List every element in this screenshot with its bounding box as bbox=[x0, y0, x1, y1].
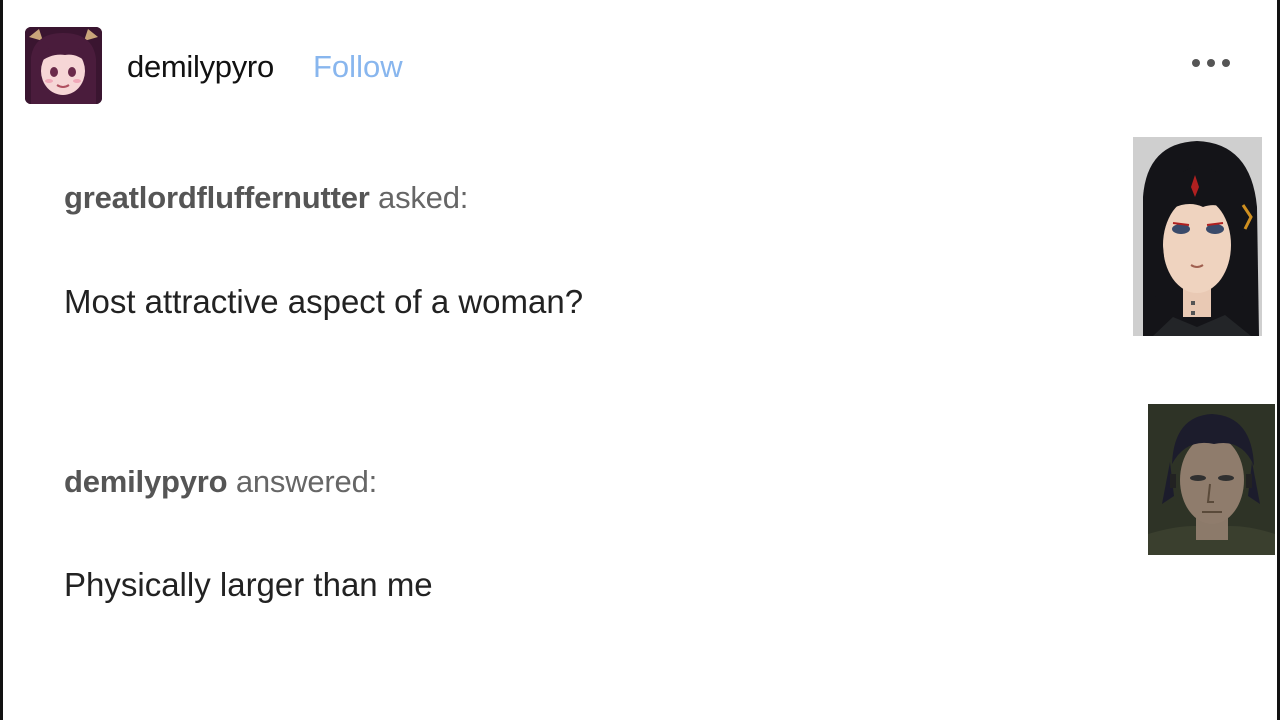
author-avatar[interactable] bbox=[25, 27, 102, 104]
asker-avatar[interactable] bbox=[1133, 137, 1262, 336]
author-username[interactable]: demilypyro bbox=[127, 49, 274, 85]
answer-text: Physically larger than me bbox=[64, 566, 433, 603]
answerer-avatar[interactable] bbox=[1148, 404, 1275, 555]
asker-username[interactable]: greatlordfluffernutter bbox=[64, 180, 370, 215]
ask-attribution: greatlordfluffernutter asked: bbox=[64, 180, 468, 216]
post-header: demilypyro Follow bbox=[25, 27, 1255, 105]
asked-label: asked: bbox=[378, 180, 469, 215]
more-options-icon[interactable] bbox=[1192, 53, 1240, 73]
answerer-username[interactable]: demilypyro bbox=[64, 464, 228, 499]
answer-attribution: demilypyro answered: bbox=[64, 464, 377, 500]
answered-label: answered: bbox=[235, 464, 378, 499]
dot-icon bbox=[1192, 59, 1200, 67]
dot-icon bbox=[1207, 59, 1215, 67]
follow-button[interactable]: Follow bbox=[313, 49, 403, 85]
ask-question: Most attractive aspect of a woman? bbox=[64, 283, 584, 320]
dot-icon bbox=[1222, 59, 1230, 67]
frame-border-left bbox=[0, 0, 3, 720]
